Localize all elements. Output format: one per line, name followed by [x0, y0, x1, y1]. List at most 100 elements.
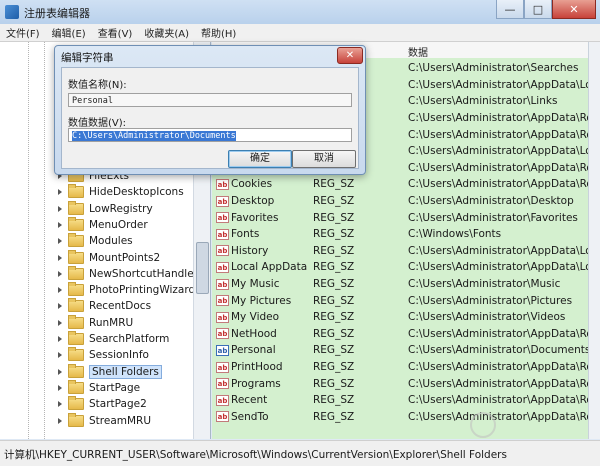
window-title: 注册表编辑器 — [24, 7, 90, 20]
tree-item[interactable]: LowRegistry — [58, 200, 153, 217]
tree-item[interactable]: StartPage — [58, 379, 141, 396]
expand-arrow-icon[interactable] — [58, 303, 64, 310]
expand-arrow-icon[interactable] — [58, 319, 64, 326]
tree-item[interactable]: MountPoints2 — [58, 249, 160, 266]
expand-arrow-icon[interactable] — [58, 270, 64, 277]
string-value-icon: ab — [216, 344, 229, 356]
value-data: C:\Users\Administrator\AppData\Roam — [408, 327, 588, 340]
value-data: C:\Users\Administrator\AppData\Roam — [408, 178, 588, 191]
tree-item[interactable]: StreamMRU — [58, 412, 151, 429]
value-type: REG_SZ — [313, 261, 355, 274]
value-row[interactable]: ab Fonts REG_SZ C:\Windows\Fonts — [212, 226, 588, 243]
value-type: REG_SZ — [313, 410, 355, 423]
expand-arrow-icon[interactable] — [58, 205, 64, 212]
value-type: REG_SZ — [313, 294, 355, 307]
tree-item-label: PhotoPrintingWizard — [89, 284, 196, 297]
values-scrollbar[interactable] — [588, 42, 600, 439]
menu-favorites[interactable]: 收藏夹(A) — [138, 25, 195, 40]
dialog-close-button[interactable]: ✕ — [337, 47, 363, 64]
folder-icon — [68, 331, 84, 345]
tree-item[interactable]: Shell Folders — [58, 363, 162, 380]
expand-arrow-icon[interactable] — [58, 368, 64, 375]
value-row[interactable]: ab Personal REG_SZ C:\Users\Administrator\D… — [212, 342, 588, 359]
value-data: C:\Users\Administrator\AppData\Roam — [408, 361, 588, 374]
value-data: C:\Users\Administrator\Videos — [408, 311, 566, 324]
ok-button[interactable]: 确定 — [228, 150, 292, 168]
menu-help[interactable]: 帮助(H) — [195, 25, 242, 40]
folder-icon — [68, 249, 84, 264]
menu-edit[interactable]: 编辑(E) — [46, 25, 92, 40]
tree-item[interactable]: StartPage2 — [58, 396, 147, 412]
close-button[interactable]: ✕ — [552, 0, 596, 19]
string-value-icon: ab — [216, 261, 229, 273]
value-type: REG_SZ — [313, 211, 355, 224]
cancel-button[interactable]: 取消 — [292, 150, 356, 168]
value-name: Cookies — [231, 178, 273, 191]
tree-item[interactable]: MenuOrder — [58, 216, 148, 233]
value-row[interactable]: ab History REG_SZ C:\Users\Administrator\Ap… — [212, 243, 588, 260]
value-name: Desktop — [231, 195, 275, 208]
tree-scrollbar-thumb[interactable] — [196, 242, 209, 294]
value-name: History — [231, 244, 269, 257]
expand-arrow-icon[interactable] — [58, 238, 64, 245]
tree-item[interactable]: Modules — [58, 233, 133, 249]
string-value-icon: ab — [216, 295, 229, 307]
value-name: Programs — [231, 377, 281, 390]
tree-item[interactable]: NewShortcutHandlers — [58, 265, 203, 282]
menu-file[interactable]: 文件(F) — [0, 25, 46, 40]
value-row[interactable]: ab My Pictures REG_SZ C:\Users\Administrato… — [212, 292, 588, 309]
expand-arrow-icon[interactable] — [58, 254, 64, 261]
expand-arrow-icon[interactable] — [58, 401, 64, 408]
expand-arrow-icon[interactable] — [58, 336, 64, 342]
folder-icon — [68, 200, 84, 215]
tree-item[interactable]: SearchPlatform — [58, 331, 169, 347]
string-value-icon: ab — [216, 212, 229, 224]
value-data: C:\Users\Administrator\AppData\Local\ — [408, 145, 588, 158]
folder-icon — [68, 216, 84, 231]
expand-arrow-icon[interactable] — [58, 384, 64, 391]
value-row[interactable]: ab Desktop REG_SZ C:\Users\Administrator\De… — [212, 193, 588, 210]
menu-view[interactable]: 查看(V) — [92, 25, 139, 40]
maximize-button[interactable]: □ — [524, 0, 552, 19]
tree-item[interactable]: RunMRU — [58, 314, 133, 331]
status-path: 计算机\HKEY_CURRENT_USER\Software\Microsoft… — [4, 449, 507, 461]
value-row[interactable]: ab Programs REG_SZ C:\Users\Administrator\A… — [212, 375, 588, 392]
value-row[interactable]: ab Favorites REG_SZ C:\Users\Administrator\… — [212, 209, 588, 226]
tree-item[interactable]: SessionInfo — [58, 347, 149, 363]
tree-item[interactable]: PhotoPrintingWizard — [58, 282, 195, 298]
value-row[interactable]: ab Local AppData REG_SZ C:\Users\Administra… — [212, 259, 588, 276]
value-type: REG_SZ — [313, 377, 355, 390]
value-name: Recent — [231, 394, 268, 407]
value-row[interactable]: ab PrintHood REG_SZ C:\Users\Administrator\… — [212, 359, 588, 376]
value-name: My Video — [231, 311, 280, 324]
value-name: My Pictures — [231, 294, 292, 307]
column-data-header[interactable]: 数据 — [408, 44, 428, 59]
value-row[interactable]: ab My Music REG_SZ C:\Users\Administrator\M… — [212, 276, 588, 293]
expand-arrow-icon[interactable] — [58, 221, 64, 228]
value-row[interactable]: ab Cookies REG_SZ C:\Users\Administrator\Ap… — [212, 176, 588, 193]
value-row[interactable]: ab My Video REG_SZ C:\Users\Administrator\V… — [212, 309, 588, 326]
title-bar: 注册表编辑器 — □ ✕ — [0, 0, 600, 25]
tree-item-label: MenuOrder — [89, 218, 148, 231]
expand-arrow-icon[interactable] — [58, 189, 64, 196]
value-data: C:\Users\Administrator\Searches — [408, 62, 579, 75]
value-name-label: 数值名称(N): — [68, 80, 127, 91]
expand-arrow-icon[interactable] — [58, 417, 64, 424]
value-data-input[interactable]: C:\Users\Administrator\Documents — [68, 128, 352, 142]
string-value-icon: ab — [216, 278, 229, 290]
value-row[interactable]: ab NetHood REG_SZ C:\Users\Administrator\Ap… — [212, 326, 588, 343]
value-name: Favorites — [231, 211, 279, 224]
tree-item[interactable]: RecentDocs — [58, 298, 151, 314]
value-row[interactable]: ab Recent REG_SZ C:\Users\Administrator\App… — [212, 392, 588, 409]
tree-item-label: LowRegistry — [89, 202, 153, 215]
string-value-icon: ab — [216, 361, 229, 373]
folder-icon — [68, 298, 84, 313]
minimize-button[interactable]: — — [496, 0, 524, 19]
status-bar: 计算机\HKEY_CURRENT_USER\Software\Microsoft… — [0, 440, 600, 466]
expand-arrow-icon[interactable] — [58, 287, 64, 294]
value-name-field: Personal — [68, 93, 352, 107]
tree-item-label: StartPage — [89, 381, 141, 394]
tree-item[interactable]: HideDesktopIcons — [58, 184, 184, 200]
expand-arrow-icon[interactable] — [58, 352, 64, 359]
tree-item-label: RecentDocs — [89, 300, 152, 313]
